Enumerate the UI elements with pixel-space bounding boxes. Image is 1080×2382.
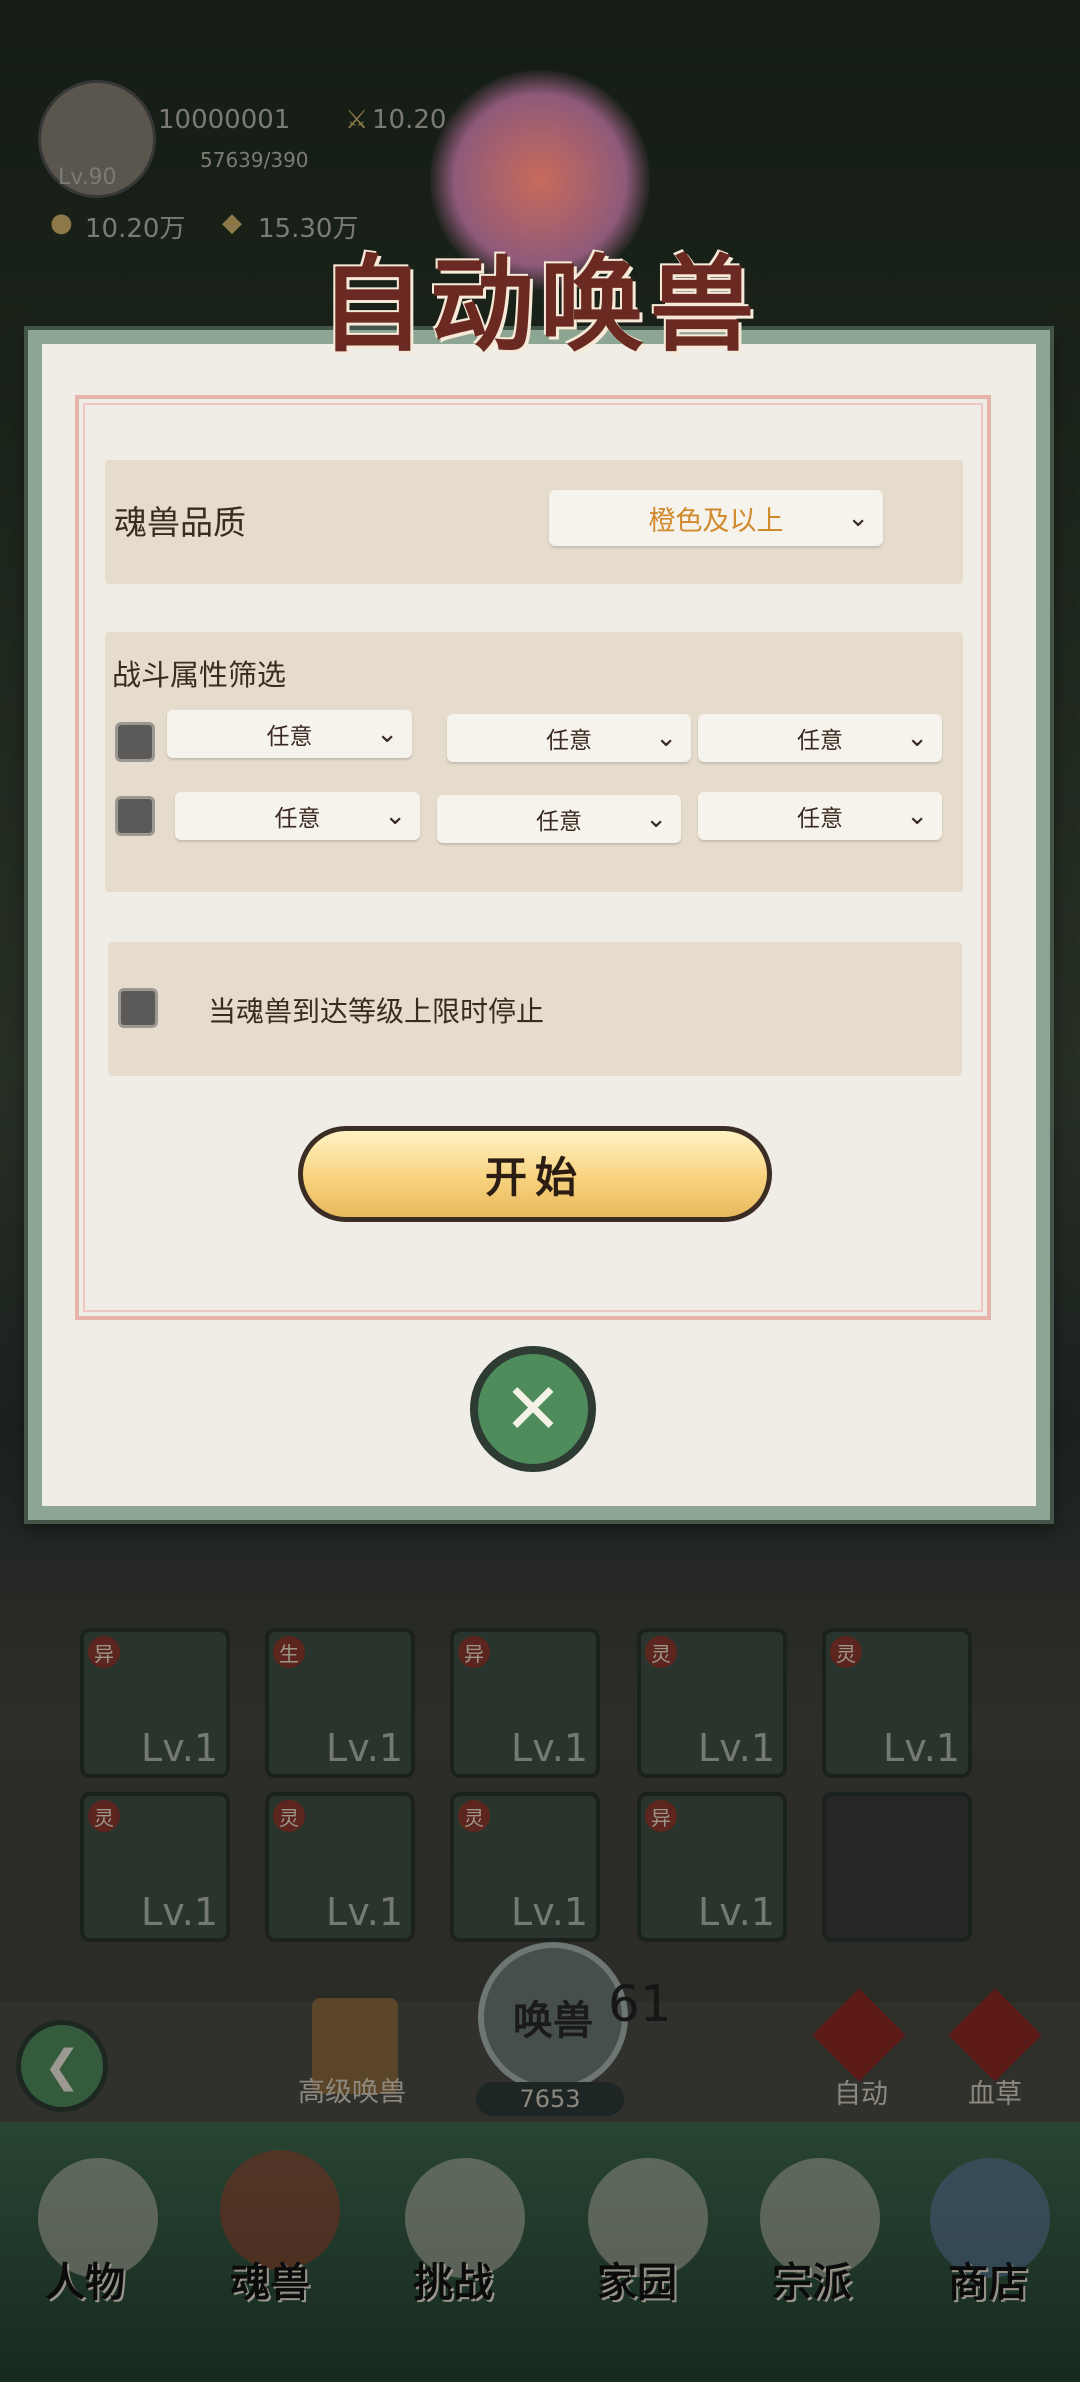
chevron-down-icon: ⌄	[655, 723, 677, 753]
filter-row-2-checkbox[interactable]	[115, 796, 155, 836]
filter-dropdown[interactable]: 任意 ⌄	[447, 714, 691, 762]
chevron-down-icon: ⌄	[376, 719, 398, 749]
quality-value: 橙色及以上	[648, 505, 784, 537]
filter-value: 任意	[536, 809, 582, 835]
dialog-title: 自动唤兽	[320, 243, 761, 366]
filter-dropdown[interactable]: 任意 ⌄	[175, 792, 420, 840]
close-icon: ✕	[503, 1368, 563, 1450]
chevron-down-icon: ⌄	[847, 503, 869, 533]
stop-at-max-level-label: 当魂兽到达等级上限时停止	[208, 995, 545, 1028]
chevron-down-icon: ⌄	[384, 801, 406, 831]
filter-value: 任意	[797, 728, 843, 754]
filter-dropdown[interactable]: 任意 ⌄	[698, 714, 942, 762]
close-button[interactable]: ✕	[470, 1346, 596, 1472]
filter-dropdown[interactable]: 任意 ⌄	[437, 795, 681, 843]
filter-title: 战斗属性筛选	[112, 658, 287, 692]
chevron-down-icon: ⌄	[906, 723, 928, 753]
quality-dropdown[interactable]: 橙色及以上 ⌄	[549, 490, 883, 546]
start-button-label: 开始	[484, 1152, 585, 1202]
quality-label: 魂兽品质	[114, 503, 246, 542]
start-button[interactable]: 开始	[298, 1126, 772, 1222]
filter-value: 任意	[274, 806, 321, 832]
filter-dropdown[interactable]: 任意 ⌄	[698, 792, 942, 840]
chevron-down-icon: ⌄	[906, 801, 928, 831]
filter-value: 任意	[266, 724, 313, 750]
filter-value: 任意	[797, 806, 843, 832]
filter-value: 任意	[546, 728, 592, 754]
filter-dropdown[interactable]: 任意 ⌄	[167, 710, 412, 758]
chevron-down-icon: ⌄	[645, 804, 667, 834]
stop-at-max-level-checkbox[interactable]	[118, 988, 158, 1028]
filter-row-1-checkbox[interactable]	[115, 722, 155, 762]
